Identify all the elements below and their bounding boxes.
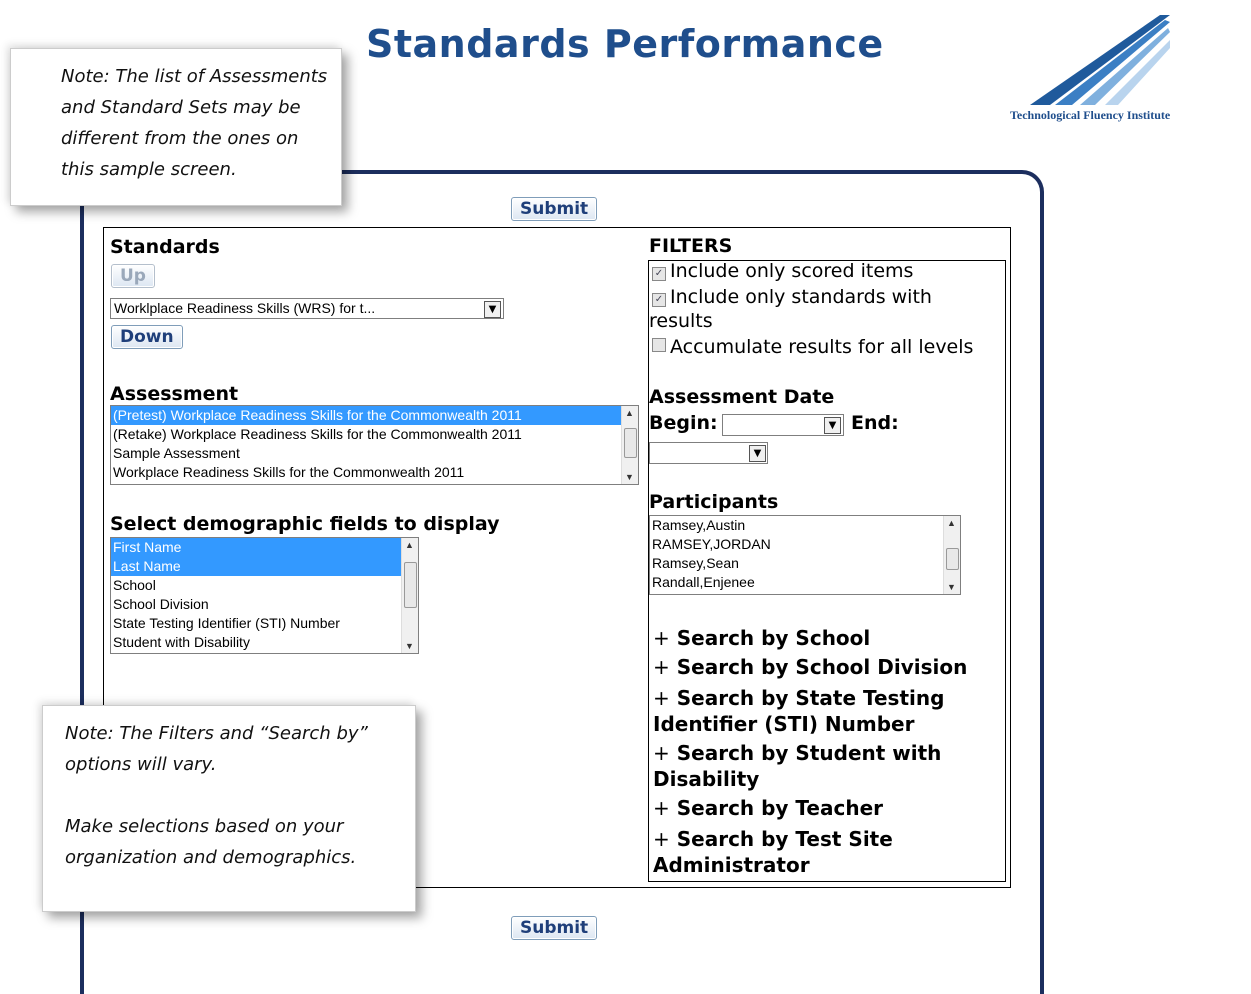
list-item[interactable]: RAMSEY,JORDAN — [650, 535, 960, 554]
scroll-thumb[interactable] — [946, 548, 959, 570]
expand-plus-icon: + — [653, 796, 670, 820]
chevron-down-icon[interactable]: ▼ — [824, 417, 841, 434]
note-line: this sample screen. — [61, 159, 237, 180]
search-by-school-link[interactable]: + Search by School — [653, 625, 870, 651]
scroll-thumb[interactable] — [624, 428, 637, 458]
standards-select-value: Worklplace Readiness Skills (WRS) for t.… — [114, 300, 376, 316]
checkbox-checked-icon[interactable]: ✓ — [652, 267, 666, 281]
standards-heading: Standards — [110, 236, 220, 258]
list-item[interactable]: Ramsey,Austin — [650, 516, 960, 535]
checkbox-unchecked-icon[interactable] — [652, 338, 666, 352]
scroll-down-icon[interactable]: ▼ — [405, 641, 414, 651]
list-item[interactable]: School Division — [111, 595, 418, 614]
chevron-down-icon[interactable]: ▼ — [749, 445, 766, 462]
search-link-label: Search by Teacher — [676, 796, 884, 820]
filter-standards-with-results[interactable]: ✓ Include only standards with — [652, 286, 932, 308]
search-link-label: Search by State Testing — [676, 686, 945, 710]
expand-plus-icon: + — [653, 686, 670, 710]
end-label: End: — [851, 412, 899, 434]
scroll-thumb[interactable] — [404, 562, 417, 608]
filter-scored-items[interactable]: ✓ Include only scored items — [652, 260, 913, 282]
expand-plus-icon: + — [653, 827, 670, 851]
scroll-down-icon[interactable]: ▼ — [625, 472, 634, 482]
list-item[interactable]: Randall,Enjenee — [650, 573, 960, 592]
search-link-label-cont: Disability — [653, 767, 760, 791]
scrollbar[interactable]: ▲ ▼ — [401, 538, 418, 653]
list-item[interactable]: Student with Disability — [111, 633, 418, 652]
list-item[interactable]: First Name — [111, 538, 402, 557]
expand-plus-icon: + — [653, 741, 670, 765]
note-line: different from the ones on — [61, 128, 299, 149]
assessment-listbox[interactable]: (Pretest) Workplace Readiness Skills for… — [110, 405, 639, 485]
scroll-up-icon[interactable]: ▲ — [947, 518, 956, 528]
demographics-listbox[interactable]: First Name Last Name School School Divis… — [110, 537, 419, 654]
search-by-test-site-administrator-link[interactable]: + Search by Test Site Administrator — [653, 826, 893, 878]
submit-button-top[interactable]: Submit — [511, 197, 598, 221]
checkbox-checked-icon[interactable]: ✓ — [652, 293, 666, 307]
standards-select[interactable]: Worklplace Readiness Skills (WRS) for t.… — [110, 298, 504, 319]
search-by-teacher-link[interactable]: + Search by Teacher — [653, 795, 883, 821]
search-link-label: Search by Student with — [676, 741, 942, 765]
list-item[interactable]: (Pretest) Workplace Readiness Skills for… — [111, 406, 638, 425]
logo-swoosh-icon — [1030, 15, 1170, 105]
list-item[interactable]: Ramsey,Sean — [650, 554, 960, 573]
chevron-down-icon[interactable]: ▼ — [484, 301, 501, 318]
scrollbar[interactable]: ▲ ▼ — [943, 516, 960, 594]
note-line: Make selections based on your — [65, 816, 344, 837]
filter-label-cont: results — [649, 310, 713, 332]
scroll-down-icon[interactable]: ▼ — [947, 582, 956, 592]
list-item[interactable]: Last Name — [111, 557, 402, 576]
list-item[interactable]: State Testing Identifier (STI) Number — [111, 614, 418, 633]
search-by-student-with-disability-link[interactable]: + Search by Student with Disability — [653, 740, 941, 792]
participants-heading: Participants — [649, 491, 779, 513]
list-item[interactable]: School — [111, 576, 418, 595]
note-line: and Standard Sets may be — [61, 97, 301, 118]
note-line: options will vary. — [65, 754, 217, 775]
search-by-school-division-link[interactable]: + Search by School Division — [653, 654, 967, 680]
filters-heading: FILTERS — [649, 235, 733, 257]
note-callout-top: Note: The list of Assessments and Standa… — [10, 48, 342, 206]
scroll-up-icon[interactable]: ▲ — [625, 408, 634, 418]
scrollbar[interactable]: ▲ ▼ — [621, 406, 638, 484]
search-link-label: Search by Test Site — [676, 827, 893, 851]
filter-label: Accumulate results for all levels — [670, 336, 974, 358]
assessment-heading: Assessment — [110, 383, 239, 405]
down-button[interactable]: Down — [111, 325, 183, 349]
note-line: Note: The list of Assessments — [61, 66, 328, 87]
participants-listbox[interactable]: Ramsey,Austin RAMSEY,JORDAN Ramsey,Sean … — [649, 515, 961, 595]
list-item[interactable]: Sample Assessment — [111, 444, 638, 463]
expand-plus-icon: + — [653, 655, 670, 679]
search-link-label: Search by School Division — [676, 655, 968, 679]
note-callout-bottom: Note: The Filters and “Search by” option… — [42, 705, 416, 912]
search-link-label-cont: Administrator — [653, 853, 810, 877]
scroll-up-icon[interactable]: ▲ — [405, 540, 414, 550]
page-title: Standards Performance — [366, 22, 884, 66]
note-line: organization and demographics. — [65, 847, 357, 868]
note-spacer — [65, 780, 368, 811]
logo: Technological Fluency Institute — [1010, 10, 1251, 130]
filter-label: Include only standards with — [670, 286, 932, 308]
list-item[interactable]: Workplace Readiness Skills for the Commo… — [111, 463, 638, 482]
list-item[interactable]: (Retake) Workplace Readiness Skills for … — [111, 425, 638, 444]
begin-label: Begin: — [649, 412, 718, 434]
filter-accumulate-results[interactable]: Accumulate results for all levels — [652, 336, 973, 358]
search-link-label-cont: Identifier (STI) Number — [653, 712, 915, 736]
logo-text: Technological Fluency Institute — [1010, 108, 1171, 122]
note-line: Note: The Filters and “Search by” — [65, 723, 368, 744]
search-link-label: Search by School — [676, 626, 871, 650]
assessment-date-heading: Assessment Date — [649, 386, 835, 408]
up-button[interactable]: Up — [111, 264, 155, 288]
demographics-heading: Select demographic fields to display — [110, 513, 500, 535]
filter-label: Include only scored items — [670, 260, 914, 282]
search-by-sti-number-link[interactable]: + Search by State Testing Identifier (ST… — [653, 685, 944, 737]
expand-plus-icon: + — [653, 626, 670, 650]
submit-button-bottom[interactable]: Submit — [511, 916, 598, 940]
